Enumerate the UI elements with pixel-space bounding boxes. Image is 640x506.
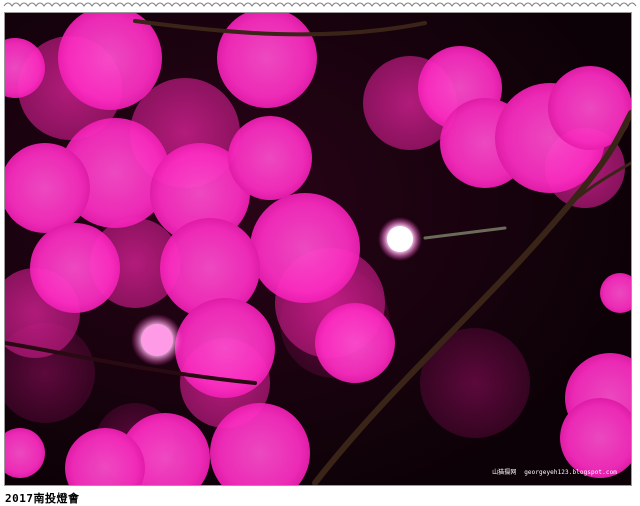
photo-caption: 2017南投燈會 [5,492,80,505]
photo: 山猫摄网 georgeyeh123.blogspot.com [4,12,632,486]
watermark-url: georgeyeh123.blogspot.com [524,469,617,476]
photo-frame: 山猫摄网 georgeyeh123.blogspot.com 2017南投燈會 [0,0,640,506]
scalloped-top-border [3,2,637,7]
watermark-logo: 山猫摄网 [492,469,517,476]
bokeh-image [5,13,631,485]
watermark: 山猫摄网 georgeyeh123.blogspot.com [492,467,617,476]
